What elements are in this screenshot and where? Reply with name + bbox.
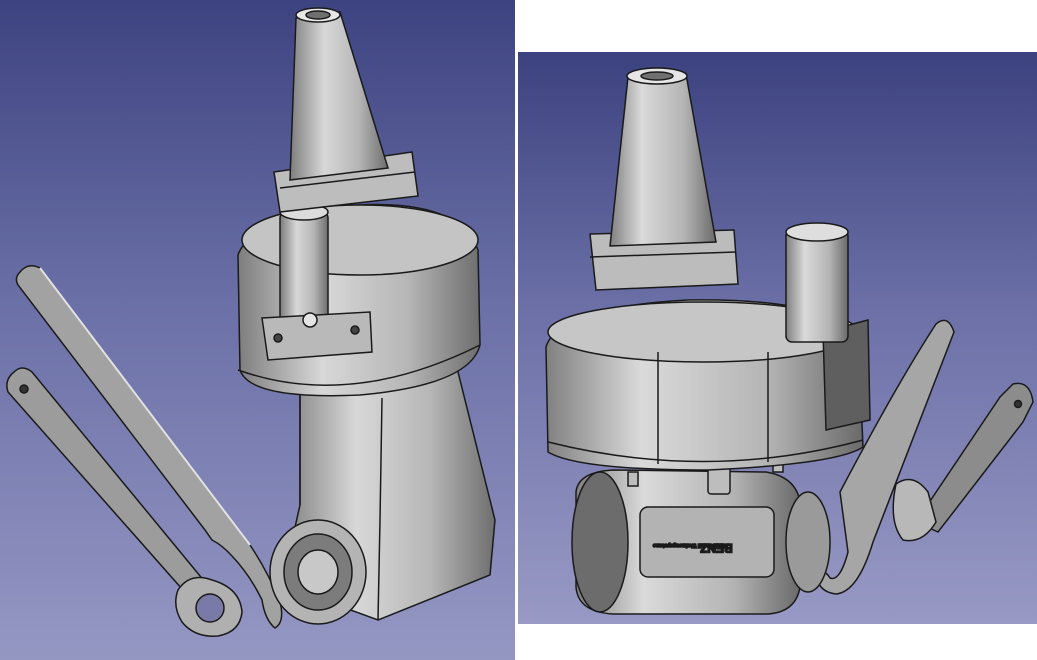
angle-head-right[interactable]: BENZ BENZ GmbH Werkzeugsysteme	[545, 67, 871, 615]
window-gap-top	[518, 0, 1037, 52]
left-3d-view[interactable]	[0, 0, 515, 660]
right-scene: BENZ BENZ GmbH Werkzeugsysteme	[545, 67, 1034, 615]
wrench-hole-icon-right	[1013, 399, 1023, 409]
wrench-hole-icon	[19, 384, 29, 394]
window-gap-bottom	[518, 624, 1037, 660]
angle-head-left[interactable]	[237, 7, 496, 625]
left-scene	[6, 7, 496, 637]
right-3d-view[interactable]: BENZ BENZ GmbH Werkzeugsysteme	[518, 52, 1037, 624]
housing-sub-text: BENZ GmbH Werkzeugsysteme	[653, 542, 728, 548]
